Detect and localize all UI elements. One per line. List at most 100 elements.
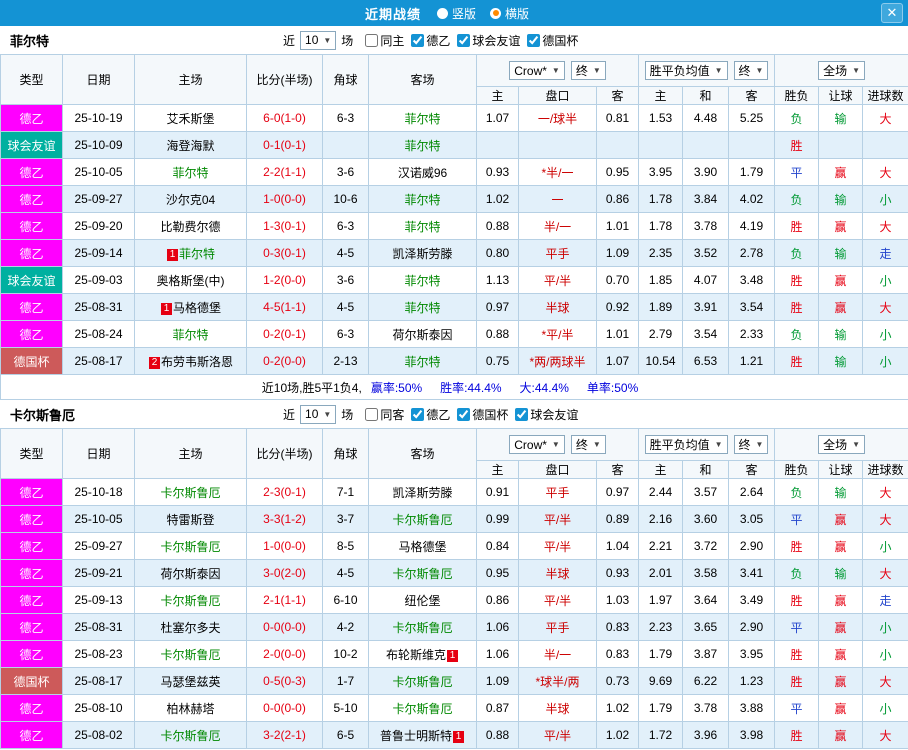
checkbox-input[interactable]: [515, 407, 529, 421]
match-row: 德乙 25-10-18 卡尔斯鲁厄 2-3(0-1) 7-1 凯泽斯劳滕 0.91 平手 0.9…: [0, 478, 908, 506]
euro-away-odds-cell: 2.78: [728, 239, 776, 267]
euro-draw-odds-cell: 3.57: [682, 478, 730, 506]
euro-away-odds-cell: 1.79: [728, 158, 776, 186]
avg-odds-dropdown[interactable]: 胜平负均值 ▼: [644, 61, 728, 80]
handicap-result-cell: 输: [818, 320, 864, 348]
handicap-result-cell: 赢: [818, 667, 864, 695]
match-count-dropdown[interactable]: 10 ▼: [300, 404, 337, 424]
column-header: 主场: [134, 428, 247, 479]
team-name: 菲尔特: [10, 33, 50, 49]
handicap-line-cell: 平/半: [518, 532, 597, 560]
column-header: 类型: [0, 54, 63, 105]
filter-bar: 近 10 ▼ 场 同主 德乙 球会友谊 德国杯: [283, 26, 578, 54]
score-cell: 1-3(0-1): [246, 212, 323, 240]
corner-cell: 2-13: [322, 347, 369, 375]
avg-final-dropdown[interactable]: 终 ▼: [733, 61, 769, 80]
result-cell: 负: [774, 478, 820, 506]
asia-home-water-cell: 0.93: [476, 158, 519, 186]
column-header: 客场: [368, 54, 477, 105]
euro-home-odds-cell: 2.23: [638, 613, 684, 641]
asia-away-water-cell: 0.83: [595, 613, 640, 641]
checkbox-input[interactable]: [411, 407, 425, 421]
team-section: 菲尔特 近 10 ▼ 场 同主 德乙 球会友谊 德国杯 类型 日期 主场 比分(半场) 角球客…: [0, 26, 908, 400]
avg-odds-dropdown[interactable]: 胜平负均值 ▼: [644, 435, 728, 454]
column-header: 日期: [62, 428, 135, 479]
odds-company-dropdown[interactable]: Crow* ▼: [509, 61, 565, 80]
checkbox-input[interactable]: [527, 33, 541, 47]
filter-checkbox-球会友谊[interactable]: 球会友谊: [515, 406, 578, 423]
score-cell: 3-2(2-1): [246, 721, 323, 749]
away-team-cell: 菲尔特: [368, 212, 477, 240]
filter-checkbox-同客[interactable]: 同客: [365, 406, 404, 423]
checkbox-input[interactable]: [457, 33, 471, 47]
euro-home-odds-cell: 10.54: [638, 347, 684, 375]
close-icon[interactable]: ✕: [881, 3, 903, 23]
score-cell: 2-1(1-1): [246, 586, 323, 614]
handicap-line-cell: 一: [518, 185, 597, 213]
checkbox-input[interactable]: [365, 33, 379, 47]
league-type-cell: 德乙: [0, 586, 63, 614]
team-text: 菲尔特: [404, 300, 441, 315]
handicap-line-cell: 半/一: [518, 212, 597, 240]
filter-checkbox-德国杯[interactable]: 德国杯: [527, 32, 578, 49]
layout-option-horizontal[interactable]: 横版: [490, 5, 529, 22]
column-header: 角球: [322, 54, 369, 105]
score-cell: 2-2(1-1): [246, 158, 323, 186]
checkbox-input[interactable]: [457, 407, 471, 421]
odds-final-dropdown[interactable]: 终 ▼: [570, 61, 606, 80]
goal-result-cell: 大: [862, 212, 908, 240]
team-text: 卡尔斯鲁厄: [160, 728, 221, 743]
euro-draw-odds-cell: 3.78: [682, 212, 730, 240]
odds-company-dropdown[interactable]: Crow* ▼: [509, 435, 565, 454]
matches-table: 类型 日期 主场 比分(半场) 角球 客场 Crow* ▼ 终 ▼ 胜平负均值 ▼ 终 ▼ 全场 ▼ 主盘口客主…: [0, 428, 908, 749]
asia-away-water-cell: 0.73: [595, 667, 640, 695]
match-date-cell: 25-10-09: [62, 131, 135, 159]
euro-draw-odds-cell: 3.96: [682, 721, 730, 749]
handicap-result-cell: 赢: [818, 505, 864, 533]
chevron-down-icon: ▼: [323, 35, 332, 45]
avg-final-dropdown[interactable]: 终 ▼: [733, 435, 769, 454]
table-head: 类型 日期 主场 比分(半场) 角球 客场 Crow* ▼ 终 ▼ 胜平负均值 ▼ 终 ▼ 全场 ▼ 主盘口客主…: [0, 54, 908, 105]
checkbox-input[interactable]: [365, 407, 379, 421]
subcolumn-header: 和: [682, 460, 730, 479]
handicap-result-cell: 赢: [818, 158, 864, 186]
match-date-cell: 25-09-27: [62, 185, 135, 213]
euro-away-odds-cell: 3.98: [728, 721, 776, 749]
euro-draw-odds-cell: 3.72: [682, 532, 730, 560]
handicap-line-cell: 半球: [518, 559, 597, 587]
scope-dropdown[interactable]: 全场 ▼: [818, 435, 866, 454]
handicap-result-cell: 赢: [818, 266, 864, 294]
odds-company-dropdown-value: Crow*: [514, 437, 547, 452]
checkbox-input[interactable]: [411, 33, 425, 47]
redcard-badge: 1: [453, 730, 464, 743]
scope-dropdown-value: 全场: [823, 64, 848, 78]
result-cell: 胜: [774, 347, 820, 375]
scope-dropdown[interactable]: 全场 ▼: [818, 61, 866, 80]
league-type-cell: 德乙: [0, 640, 63, 668]
league-type-cell: 德乙: [0, 320, 63, 348]
match-date-cell: 25-08-02: [62, 721, 135, 749]
result-cell: 胜: [774, 586, 820, 614]
euro-away-odds-cell: 5.25: [728, 104, 776, 132]
score-cell: 0-5(0-3): [246, 667, 323, 695]
euro-home-odds-cell: 2.21: [638, 532, 684, 560]
home-team-cell: 卡尔斯鲁厄: [134, 532, 247, 560]
score-cell: 0-1(0-1): [246, 131, 323, 159]
match-count-dropdown[interactable]: 10 ▼: [300, 30, 337, 50]
away-team-cell: 布轮斯维克 1: [368, 640, 477, 668]
filter-checkbox-德乙[interactable]: 德乙: [411, 406, 450, 423]
layout-option-vertical[interactable]: 竖版: [436, 5, 476, 22]
filter-checkbox-德乙[interactable]: 德乙: [411, 32, 450, 49]
sections-container: 菲尔特 近 10 ▼ 场 同主 德乙 球会友谊 德国杯 类型 日期 主场 比分(半场) 角球客…: [0, 26, 908, 749]
match-row: 德乙 25-08-23 卡尔斯鲁厄 2-0(0-0) 10-2 布轮斯维克 1 1.06 半/一…: [0, 640, 908, 668]
filter-checkbox-同主[interactable]: 同主: [365, 32, 404, 49]
asia-home-water-cell: 0.88: [476, 320, 519, 348]
goal-result-cell: 小: [862, 185, 908, 213]
column-header: 类型: [0, 428, 63, 479]
home-team-cell: 卡尔斯鲁厄: [134, 640, 247, 668]
odds-final-dropdown[interactable]: 终 ▼: [570, 435, 606, 454]
home-team-cell: 1 菲尔特: [134, 239, 247, 267]
filter-checkbox-德国杯[interactable]: 德国杯: [457, 406, 508, 423]
filter-checkbox-球会友谊[interactable]: 球会友谊: [457, 32, 520, 49]
chevron-down-icon: ▼: [755, 440, 764, 449]
